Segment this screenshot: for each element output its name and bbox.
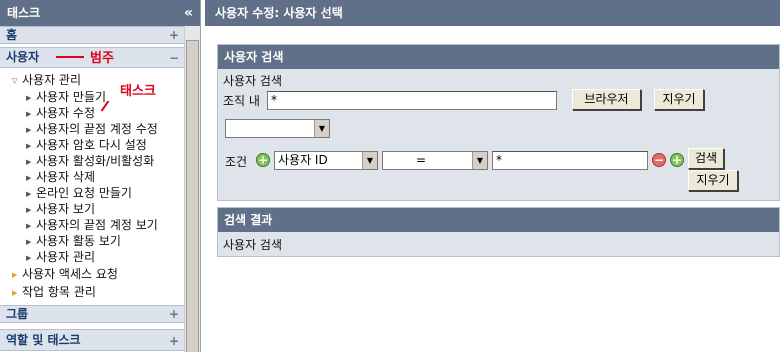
triangle-right-icon: ▶ bbox=[26, 238, 32, 246]
tree-item[interactable]: ▶ 사용자 활동 보기 bbox=[26, 234, 121, 249]
task-panel: 태스크 « 홈 + 사용자 − 범주 ▽ 사용자 관리 ▶ 사용자 만들기 ▶ 사용자… bbox=[0, 0, 201, 352]
tree-item[interactable]: ▶ 온라인 요청 만들기 bbox=[26, 186, 132, 201]
triangle-right-icon: ▶ bbox=[26, 158, 32, 166]
browse-button[interactable]: 브라우저 bbox=[572, 89, 641, 110]
search-panel-header: 사용자 검색 bbox=[218, 45, 779, 69]
task-annotation: 태스크 bbox=[120, 84, 156, 99]
search-label: 사용자 검색 bbox=[223, 74, 283, 88]
remove-condition-icon[interactable]: − bbox=[652, 153, 666, 167]
dropdown-arrow-icon: ▼ bbox=[362, 152, 377, 169]
add-condition-icon[interactable]: + bbox=[256, 153, 270, 167]
category-annotation-line bbox=[56, 56, 84, 58]
section-home[interactable]: 홈 + bbox=[0, 26, 184, 44]
tree-item[interactable]: ▶ 사용자 암호 다시 설정 bbox=[26, 138, 147, 153]
section-role-label: 역할 및 태스크 bbox=[6, 333, 81, 347]
left-scrollbar[interactable] bbox=[184, 26, 200, 352]
org-input[interactable]: * bbox=[267, 91, 557, 110]
clear-condition-button[interactable]: 지우기 bbox=[688, 170, 738, 191]
org-label: 조직 내 bbox=[223, 94, 260, 108]
expand-icon[interactable]: + bbox=[169, 331, 179, 351]
operator-select-value: = bbox=[416, 153, 427, 167]
results-panel-header: 검색 결과 bbox=[218, 208, 779, 232]
tree-item[interactable]: ▶ 사용자 보기 bbox=[26, 202, 95, 217]
triangle-right-icon: ▶ bbox=[26, 94, 32, 102]
page-title: 사용자 수정: 사용자 선택 bbox=[215, 6, 343, 20]
section-group-label: 그룹 bbox=[6, 307, 29, 321]
expanded-triangle-icon: ▽ bbox=[12, 77, 18, 85]
tree-folder-work-item[interactable]: ▶ 작업 항목 관리 bbox=[12, 285, 96, 300]
tree-item[interactable]: ▶ 사용자의 끝점 계정 수정 bbox=[26, 122, 158, 137]
attribute-select-value: 사용자 ID bbox=[278, 153, 328, 167]
filter-select[interactable]: ▼ bbox=[225, 119, 330, 138]
triangle-right-icon: ▶ bbox=[26, 206, 32, 214]
scrollbar-thumb[interactable] bbox=[186, 40, 199, 352]
results-panel: 검색 결과 bbox=[217, 207, 780, 257]
collapse-icon[interactable]: « bbox=[184, 0, 193, 26]
tree-item[interactable]: ▶ 사용자 관리 bbox=[26, 250, 95, 265]
triangle-right-icon: ▶ bbox=[26, 254, 32, 262]
expand-icon[interactable]: + bbox=[169, 306, 179, 322]
tree-item[interactable]: ▶ 사용자 수정 bbox=[26, 106, 95, 121]
attribute-select[interactable]: 사용자 ID ▼ bbox=[274, 151, 378, 170]
expand-icon[interactable]: + bbox=[169, 27, 179, 43]
section-user-label: 사용자 bbox=[6, 50, 40, 64]
triangle-right-icon: ▶ bbox=[26, 110, 32, 118]
triangle-right-icon: ▶ bbox=[26, 222, 32, 230]
operator-select[interactable]: = ▼ bbox=[382, 151, 488, 170]
page-header: 사용자 수정: 사용자 선택 bbox=[205, 0, 780, 26]
section-group[interactable]: 그룹 + bbox=[0, 305, 184, 323]
results-text: 사용자 검색 bbox=[223, 238, 283, 252]
tree-item[interactable]: ▶ 사용자의 끝점 계정 보기 bbox=[26, 218, 158, 233]
section-home-label: 홈 bbox=[6, 28, 18, 42]
tree-folder-user-manage[interactable]: ▽ 사용자 관리 bbox=[12, 73, 81, 88]
triangle-right-icon: ▶ bbox=[12, 271, 18, 279]
triangle-right-icon: ▶ bbox=[26, 174, 32, 182]
condition-label: 조건 bbox=[225, 155, 248, 169]
condition-value-input[interactable]: * bbox=[492, 151, 648, 170]
collapse-section-icon[interactable]: − bbox=[169, 49, 179, 68]
task-panel-header: 태스크 « bbox=[0, 0, 200, 26]
tree-folder-access-request[interactable]: ▶ 사용자 액세스 요청 bbox=[12, 267, 118, 282]
dropdown-arrow-icon: ▼ bbox=[314, 120, 329, 137]
section-role[interactable]: 역할 및 태스크 + bbox=[0, 329, 184, 351]
triangle-right-icon: ▶ bbox=[26, 142, 32, 150]
add-condition-icon[interactable]: + bbox=[670, 153, 684, 167]
triangle-right-icon: ▶ bbox=[26, 126, 32, 134]
dropdown-arrow-icon: ▼ bbox=[472, 152, 487, 169]
tree-item[interactable]: ▶ 사용자 활성화/비활성화 bbox=[26, 154, 154, 169]
triangle-right-icon: ▶ bbox=[26, 190, 32, 198]
triangle-right-icon: ▶ bbox=[12, 289, 18, 297]
task-panel-title: 태스크 bbox=[7, 6, 41, 20]
search-button[interactable]: 검색 bbox=[688, 148, 724, 169]
clear-button[interactable]: 지우기 bbox=[654, 89, 704, 110]
tree-item[interactable]: ▶ 사용자 삭제 bbox=[26, 170, 95, 185]
tree-item[interactable]: ▶ 사용자 만들기 bbox=[26, 90, 106, 105]
category-annotation: 범주 bbox=[90, 51, 114, 66]
